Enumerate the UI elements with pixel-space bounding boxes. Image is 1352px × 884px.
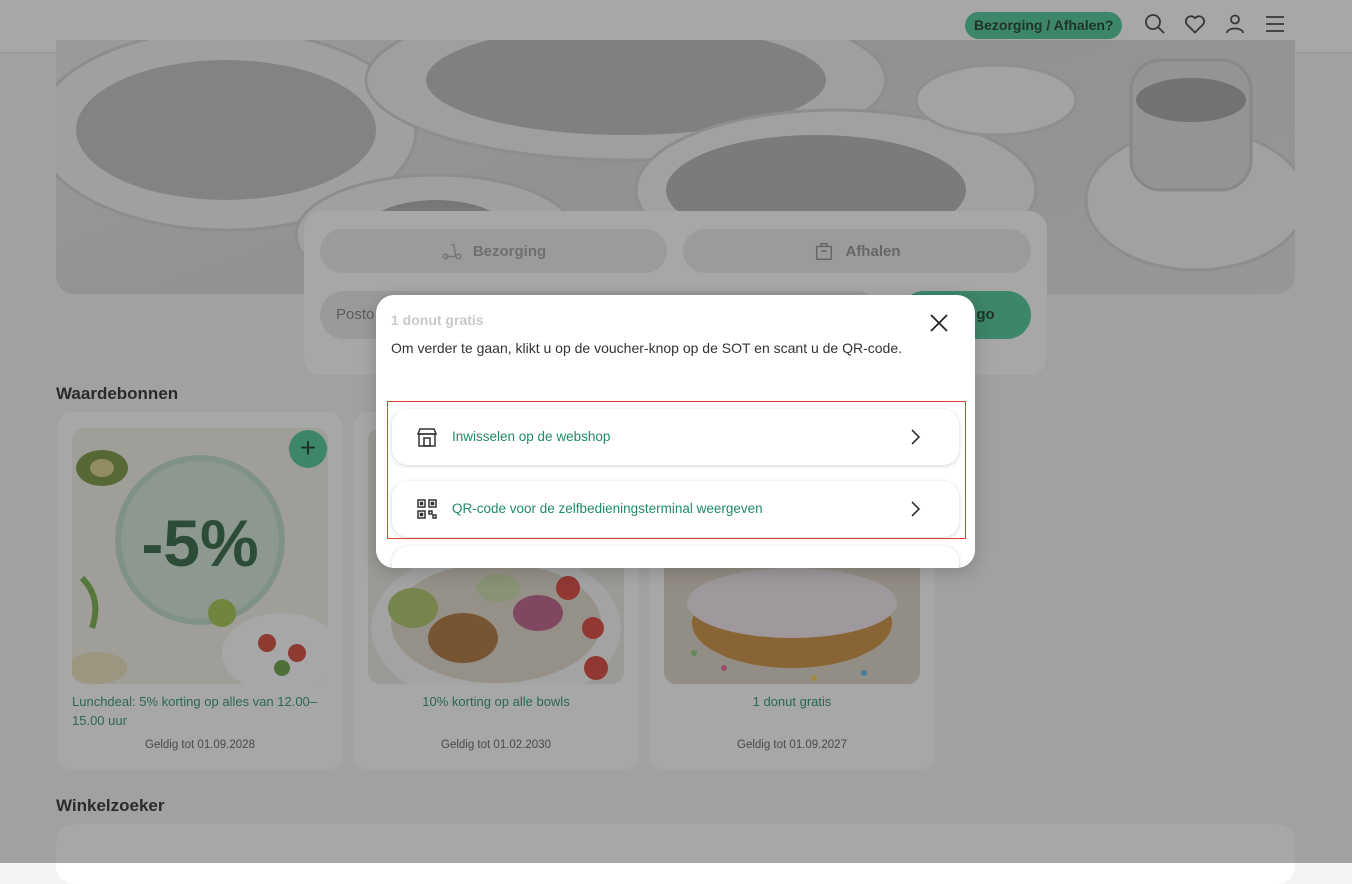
hidden-option bbox=[392, 546, 959, 568]
modal-description: Om verder te gaan, klikt u op de voucher… bbox=[391, 340, 903, 356]
close-icon[interactable] bbox=[926, 310, 952, 336]
modal-title: 1 donut gratis bbox=[391, 312, 484, 328]
voucher-redeem-modal: 1 donut gratis Om verder te gaan, klikt … bbox=[376, 295, 975, 568]
options-highlight bbox=[387, 401, 966, 539]
